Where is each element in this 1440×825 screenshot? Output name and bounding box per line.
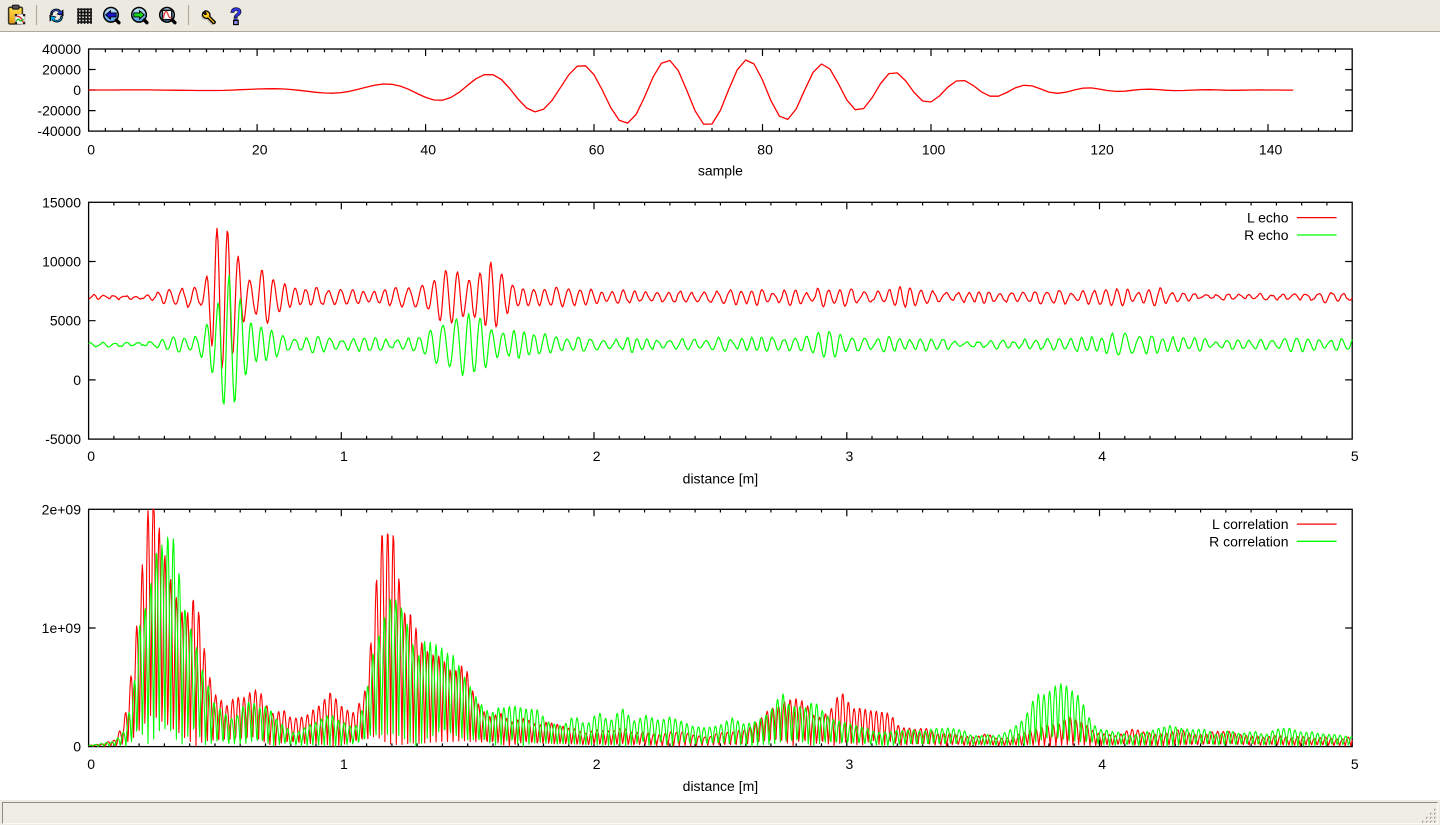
svg-text:100: 100 <box>922 141 946 157</box>
svg-text:60: 60 <box>589 141 605 157</box>
svg-text:0: 0 <box>73 372 81 388</box>
svg-text:0: 0 <box>73 82 81 98</box>
svg-text:3: 3 <box>846 448 854 464</box>
svg-text:5: 5 <box>1351 448 1359 464</box>
svg-text:-20000: -20000 <box>37 103 81 119</box>
svg-text:140: 140 <box>1259 141 1283 157</box>
svg-text:R echo: R echo <box>1244 227 1289 243</box>
svg-text:-40000: -40000 <box>37 123 81 139</box>
svg-text:40000: 40000 <box>42 41 81 57</box>
svg-text:2: 2 <box>593 448 601 464</box>
svg-text:0: 0 <box>73 739 81 755</box>
svg-text:5: 5 <box>1351 756 1359 772</box>
svg-text:80: 80 <box>757 141 773 157</box>
svg-text:0: 0 <box>87 756 95 772</box>
svg-text:L echo: L echo <box>1247 210 1289 226</box>
svg-text:distance [m]: distance [m] <box>683 471 758 487</box>
svg-text:20000: 20000 <box>42 62 81 78</box>
svg-text:1: 1 <box>340 448 348 464</box>
svg-text:4: 4 <box>1098 756 1106 772</box>
svg-text:0: 0 <box>87 448 95 464</box>
svg-text:1e+09: 1e+09 <box>42 620 82 636</box>
svg-text:10000: 10000 <box>42 254 81 270</box>
svg-text:15000: 15000 <box>42 194 81 210</box>
svg-text:1: 1 <box>340 756 348 772</box>
svg-text:distance [m]: distance [m] <box>683 778 758 794</box>
svg-text:40: 40 <box>420 141 436 157</box>
svg-text:20: 20 <box>252 141 268 157</box>
svg-text:0: 0 <box>87 141 95 157</box>
svg-text:R correlation: R correlation <box>1209 533 1288 549</box>
svg-text:L correlation: L correlation <box>1212 516 1289 532</box>
svg-text:-5000: -5000 <box>45 431 81 447</box>
svg-text:120: 120 <box>1090 141 1114 157</box>
svg-text:3: 3 <box>846 756 854 772</box>
svg-text:4: 4 <box>1098 448 1106 464</box>
svg-text:2e+09: 2e+09 <box>42 501 82 517</box>
svg-text:5000: 5000 <box>50 313 81 329</box>
svg-text:2: 2 <box>593 756 601 772</box>
svg-text:sample: sample <box>698 162 743 178</box>
